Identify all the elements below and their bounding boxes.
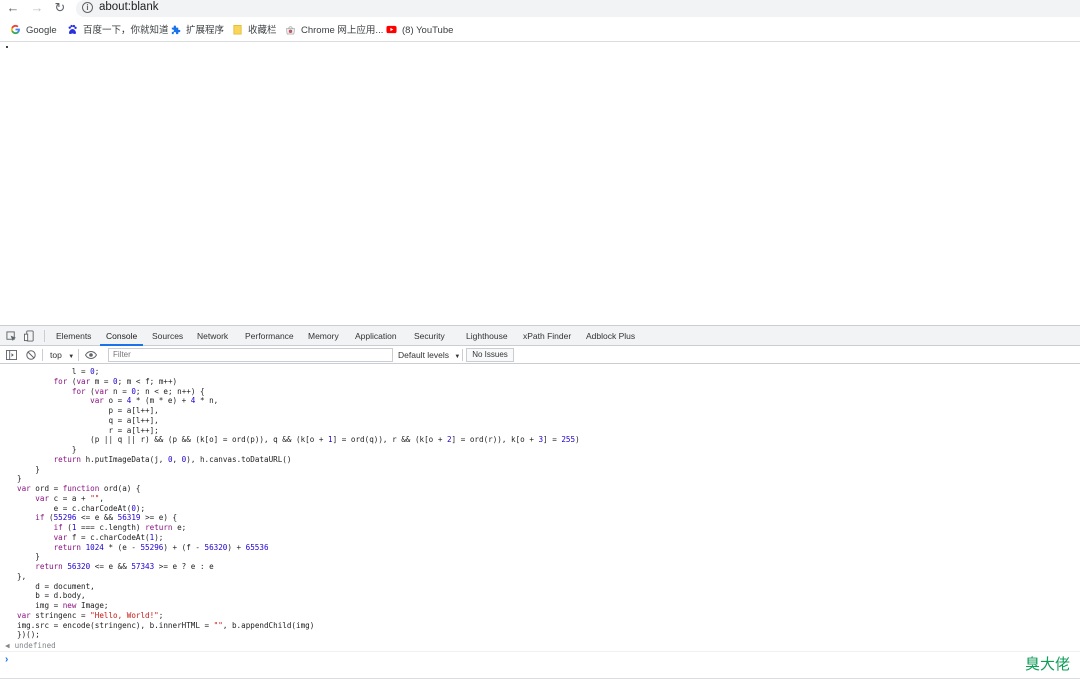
context-selector[interactable]: top ▼ (50, 346, 74, 364)
forward-button[interactable]: → (28, 0, 46, 16)
clear-console-icon[interactable] (26, 350, 36, 360)
code-line: if (55296 <= e && 56319 >= e) { (35, 513, 178, 523)
bookmark-label: 百度一下，你就知道 (83, 25, 169, 36)
bookmark-folder[interactable]: 收藏栏 (232, 24, 277, 38)
browser-toolbar: ← → ↻ i about:blank (0, 0, 1080, 18)
sidebar-toggle-icon[interactable] (6, 350, 17, 360)
device-toolbar-icon[interactable] (24, 330, 35, 342)
code-line: } (17, 552, 40, 562)
watermark: 臭大佬 (1024, 655, 1070, 673)
dropdown-arrow-icon: ▼ (454, 354, 461, 360)
address-bar[interactable]: i about:blank (76, 0, 1080, 17)
tab-network[interactable]: Network (197, 326, 228, 346)
code-line: } (17, 464, 40, 474)
bookmark-label: Google (26, 25, 57, 36)
code-line: return h.putImageData(j, 0, 0), h.canvas… (53, 454, 292, 464)
code-line: q = a[l++], (108, 415, 159, 425)
log-levels-label: Default levels (398, 350, 450, 360)
console-code-output: l = 0; for (var m = 0; m < f; m++) for (… (0, 366, 1080, 640)
code-line: return 56320 <= e && 57343 >= e ? e : e (35, 562, 214, 571)
bookmark-label: 扩展程序 (186, 25, 225, 36)
devtools-panel: Elements Console Sources Network Perform… (0, 325, 1080, 680)
code-line: var ord = function ord(a) { (17, 484, 141, 493)
puzzle-icon (171, 25, 181, 35)
url-text[interactable]: about:blank (99, 1, 158, 13)
code-line: for (var m = 0; m < f; m++) (53, 376, 178, 386)
code-line: return 1024 * (e - 55296) + (f - 56320) … (53, 542, 269, 552)
bookmark-label: 收藏栏 (248, 25, 277, 36)
code-line: b = d.body, (35, 591, 86, 601)
tab-xpath-finder[interactable]: xPath Finder (523, 326, 571, 346)
code-line: img = new Image; (35, 601, 109, 610)
context-value: top (50, 350, 62, 360)
console-toolbar: top ▼ Filter Default levels ▼ No Issues (0, 346, 1080, 364)
page-content-dot (6, 46, 8, 48)
bookmark-extensions[interactable]: 扩展程序 (170, 24, 224, 38)
bookmark-youtube[interactable]: (8) YouTube (386, 24, 453, 38)
bookmark-label: (8) YouTube (402, 25, 454, 36)
folder-icon (233, 25, 242, 35)
youtube-icon (386, 25, 397, 34)
issues-button[interactable]: No Issues (466, 348, 514, 362)
baidu-icon (68, 24, 77, 34)
tab-elements[interactable]: Elements (56, 326, 91, 346)
bookmark-baidu[interactable]: 百度一下，你就知道 (67, 24, 169, 38)
code-line: } (17, 445, 77, 454)
inspect-element-icon[interactable] (6, 331, 17, 342)
code-line: })(); (17, 630, 40, 640)
code-line: (p || q || r) && (p && (k[o] = ord(p)), … (17, 435, 580, 445)
reload-button[interactable]: ↻ (51, 0, 69, 16)
tab-memory[interactable]: Memory (308, 326, 339, 346)
filter-input[interactable]: Filter (108, 348, 393, 362)
code-line: var o = 4 * (m * e) + 4 * n, (90, 396, 219, 406)
devtools-tabbar: Elements Console Sources Network Perform… (0, 326, 1080, 346)
console-result: ◀ undefined (0, 640, 1080, 652)
console-prompt[interactable]: › (0, 653, 1080, 679)
back-button[interactable]: ← (4, 0, 22, 16)
code-line: r = a[l++]; (108, 425, 159, 435)
toolbar-divider (78, 349, 79, 361)
google-icon (10, 24, 20, 35)
dropdown-arrow-icon: ▼ (68, 354, 75, 360)
tab-security[interactable]: Security (414, 326, 445, 346)
tab-application[interactable]: Application (355, 326, 397, 346)
info-icon[interactable]: i (82, 2, 93, 13)
result-arrow-icon: ◀ (5, 641, 10, 650)
log-levels-dropdown[interactable]: Default levels ▼ (398, 346, 460, 364)
result-value: undefined (14, 641, 56, 650)
code-line: p = a[l++], (108, 406, 159, 415)
tab-lighthouse[interactable]: Lighthouse (466, 326, 508, 346)
code-line: if (1 === c.length) return e; (53, 523, 187, 532)
chrome-store-icon (286, 26, 295, 35)
toolbar-divider (44, 330, 45, 342)
bookmark-label: Chrome 网上应用... (301, 25, 384, 36)
toolbar-divider (462, 349, 463, 361)
tab-console[interactable]: Console (100, 326, 144, 346)
bookmark-chrome-store[interactable]: Chrome 网上应用... (285, 24, 383, 38)
code-line: e = c.charCodeAt(0); (53, 503, 146, 513)
toolbar-divider (42, 349, 43, 361)
code-line: }, (17, 571, 27, 581)
code-line: var stringenc = "Hello, World!"; (17, 610, 164, 620)
tab-adblock-plus[interactable]: Adblock Plus (586, 326, 635, 346)
code-line: l = 0; (71, 367, 100, 376)
bookmarks-bar: Google 百度一下，你就知道 扩展程序 收藏栏 Chrome 网上应用...… (0, 20, 1080, 42)
code-line: img.src = encode(stringenc), b.innerHTML… (17, 620, 315, 630)
tab-sources[interactable]: Sources (152, 326, 183, 346)
bookmark-google[interactable]: Google (10, 24, 57, 38)
code-line: var f = c.charCodeAt(1); (53, 532, 164, 542)
code-line: for (var n = 0; n < e; n++) { (71, 386, 205, 396)
eye-icon[interactable] (85, 351, 97, 359)
code-line: } (17, 474, 22, 484)
code-line: var c = a + "", (35, 493, 104, 503)
prompt-chevron-icon: › (5, 654, 9, 665)
code-line: d = document, (35, 581, 95, 591)
tab-performance[interactable]: Performance (245, 326, 294, 346)
